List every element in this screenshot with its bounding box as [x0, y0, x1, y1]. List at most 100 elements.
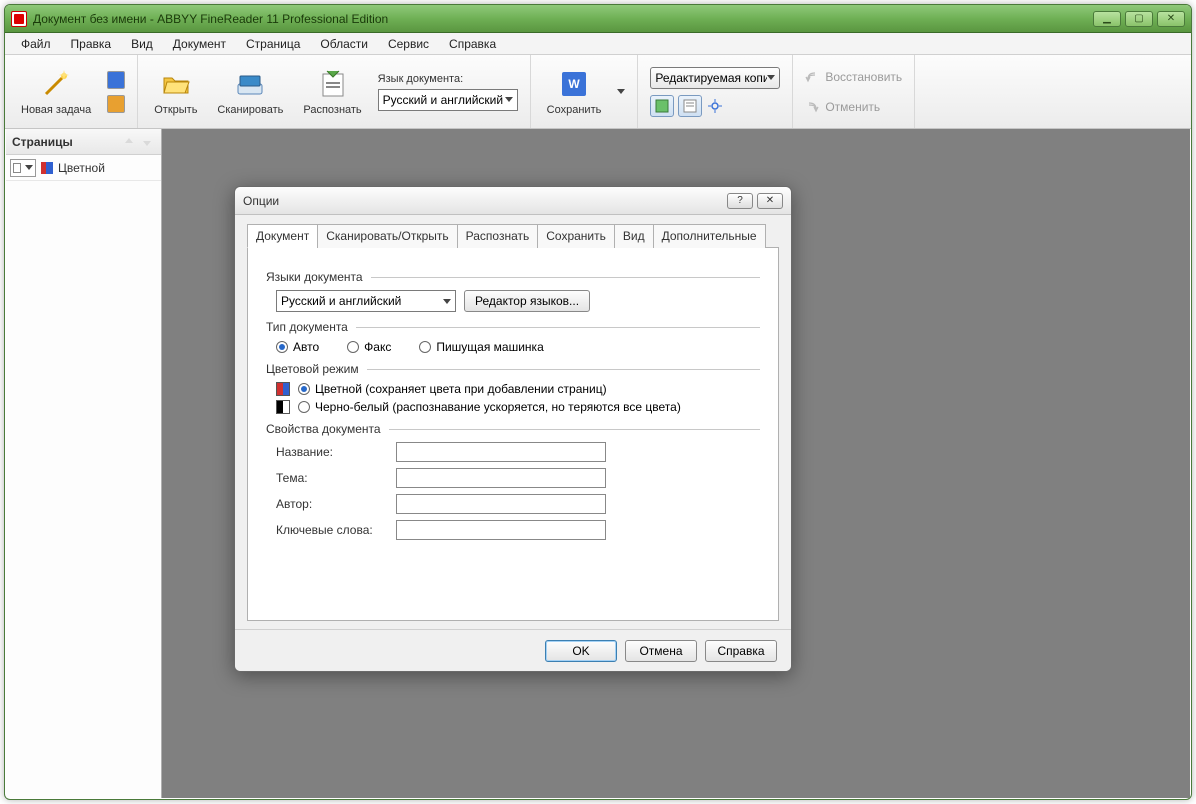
- image-icon: [655, 99, 669, 113]
- bw-swatch-icon: [276, 400, 290, 414]
- tab-view[interactable]: Вид: [614, 224, 654, 248]
- chevron-down-icon: [505, 97, 513, 102]
- group-type-label: Тип документа: [266, 320, 760, 334]
- maximize-button[interactable]: ▢: [1125, 11, 1153, 27]
- radio-auto[interactable]: Авто: [276, 340, 319, 354]
- prop-title-input[interactable]: [396, 442, 606, 462]
- redo-icon: [805, 100, 819, 114]
- recognize-label: Распознать: [303, 104, 361, 116]
- move-down-icon[interactable]: [139, 134, 155, 150]
- color-mode-icon: [40, 161, 54, 175]
- new-task-label: Новая задача: [21, 104, 91, 116]
- dialog-title: Опции: [243, 194, 279, 208]
- group-color-label: Цветовой режим: [266, 362, 760, 376]
- radio-typewriter[interactable]: Пишущая машинка: [419, 340, 543, 354]
- minimize-button[interactable]: ▁: [1093, 11, 1121, 27]
- svg-text:W: W: [568, 77, 580, 91]
- menu-document[interactable]: Документ: [165, 35, 234, 53]
- color-swatch-icon: [276, 382, 290, 396]
- dialog-close-button[interactable]: ✕: [757, 193, 783, 209]
- menu-service[interactable]: Сервис: [380, 35, 437, 53]
- app-icon: [11, 11, 27, 27]
- radio-bw[interactable]: Черно-белый (распознавание ускоряется, н…: [298, 400, 681, 414]
- view-image-toggle[interactable]: [650, 95, 674, 117]
- prop-keywords-label: Ключевые слова:: [276, 523, 396, 537]
- toolbar: Новая задача Открыть Сканировать Распозн…: [5, 55, 1191, 129]
- tab-panel-document: Языки документа Русский и английский Ред…: [247, 248, 779, 621]
- titlebar[interactable]: Документ без имени - ABBYY FineReader 11…: [5, 5, 1191, 33]
- word-doc-icon: W: [558, 68, 590, 100]
- tab-document[interactable]: Документ: [247, 224, 318, 248]
- doc-lang-select[interactable]: Русский и английский: [276, 290, 456, 312]
- radio-fax[interactable]: Факс: [347, 340, 391, 354]
- tab-recognize[interactable]: Распознать: [457, 224, 539, 248]
- save-dropdown-icon[interactable]: [617, 89, 625, 94]
- tab-additional[interactable]: Дополнительные: [653, 224, 766, 248]
- recognize-button[interactable]: Распознать: [299, 64, 365, 120]
- recognize-icon: [317, 68, 349, 100]
- tab-save[interactable]: Сохранить: [537, 224, 615, 248]
- pages-view-mode[interactable]: Цветной: [58, 161, 105, 175]
- pages-panel: Страницы Цветной: [6, 129, 162, 798]
- restore-button: Восстановить: [805, 68, 902, 86]
- doc-lang-label: Язык документа:: [378, 73, 518, 85]
- cancel-dialog-button[interactable]: Отмена: [625, 640, 697, 662]
- page-icon[interactable]: [107, 71, 125, 89]
- options-dialog: Опции ? ✕ Документ Сканировать/Открыть Р…: [234, 186, 792, 672]
- tab-scan-open[interactable]: Сканировать/Открыть: [317, 224, 457, 248]
- save-button[interactable]: W Сохранить: [543, 64, 606, 120]
- ok-button[interactable]: OK: [545, 640, 617, 662]
- radio-color[interactable]: Цветной (сохраняет цвета при добавлении …: [298, 382, 607, 396]
- folder-open-icon: [160, 68, 192, 100]
- menu-file[interactable]: Файл: [13, 35, 59, 53]
- output-mode-select[interactable]: Редактируемая копи: [650, 67, 780, 89]
- prop-keywords-input[interactable]: [396, 520, 606, 540]
- scan-button[interactable]: Сканировать: [213, 64, 287, 120]
- prop-author-input[interactable]: [396, 494, 606, 514]
- radio-icon: [298, 401, 310, 413]
- prop-author-label: Автор:: [276, 497, 396, 511]
- radio-icon: [276, 341, 288, 353]
- prop-title-label: Название:: [276, 445, 396, 459]
- settings-icon[interactable]: [706, 95, 724, 117]
- thumb-size-select[interactable]: [10, 159, 36, 177]
- pages-panel-header: Страницы: [6, 129, 161, 155]
- help-dialog-button[interactable]: Справка: [705, 640, 777, 662]
- radio-icon: [347, 341, 359, 353]
- dialog-titlebar[interactable]: Опции ? ✕: [235, 187, 791, 215]
- dialog-footer: OK Отмена Справка: [235, 629, 791, 671]
- dialog-tabs: Документ Сканировать/Открыть Распознать …: [247, 223, 779, 248]
- doc-lang-value: Русский и английский: [383, 93, 503, 107]
- text-icon: [683, 99, 697, 113]
- menu-areas[interactable]: Области: [312, 35, 376, 53]
- group-lang-label: Языки документа: [266, 270, 760, 284]
- prop-subject-label: Тема:: [276, 471, 396, 485]
- radio-icon: [298, 383, 310, 395]
- doc-lang-value: Русский и английский: [281, 294, 401, 308]
- new-task-button[interactable]: Новая задача: [17, 64, 95, 120]
- view-text-toggle[interactable]: [678, 95, 702, 117]
- lang-editor-button[interactable]: Редактор языков...: [464, 290, 590, 312]
- window-title: Документ без имени - ABBYY FineReader 11…: [33, 12, 388, 26]
- open-label: Открыть: [154, 104, 197, 116]
- pages-view-row: Цветной: [6, 155, 161, 181]
- cancel-label: Отменить: [825, 100, 880, 114]
- undo-icon: [805, 70, 819, 84]
- restore-label: Восстановить: [825, 70, 902, 84]
- page-dup-icon[interactable]: [107, 95, 125, 113]
- dialog-help-button[interactable]: ?: [727, 193, 753, 209]
- menu-view[interactable]: Вид: [123, 35, 161, 53]
- output-mode-value: Редактируемая копи: [655, 71, 767, 85]
- menu-help[interactable]: Справка: [441, 35, 504, 53]
- scan-label: Сканировать: [217, 104, 283, 116]
- doc-lang-select[interactable]: Русский и английский: [378, 89, 518, 111]
- close-button[interactable]: ✕: [1157, 11, 1185, 27]
- prop-subject-input[interactable]: [396, 468, 606, 488]
- move-up-icon[interactable]: [121, 134, 137, 150]
- cancel-button: Отменить: [805, 98, 880, 116]
- wand-icon: [40, 68, 72, 100]
- menu-edit[interactable]: Правка: [63, 35, 120, 53]
- open-button[interactable]: Открыть: [150, 64, 201, 120]
- menu-page[interactable]: Страница: [238, 35, 308, 53]
- save-label: Сохранить: [547, 104, 602, 116]
